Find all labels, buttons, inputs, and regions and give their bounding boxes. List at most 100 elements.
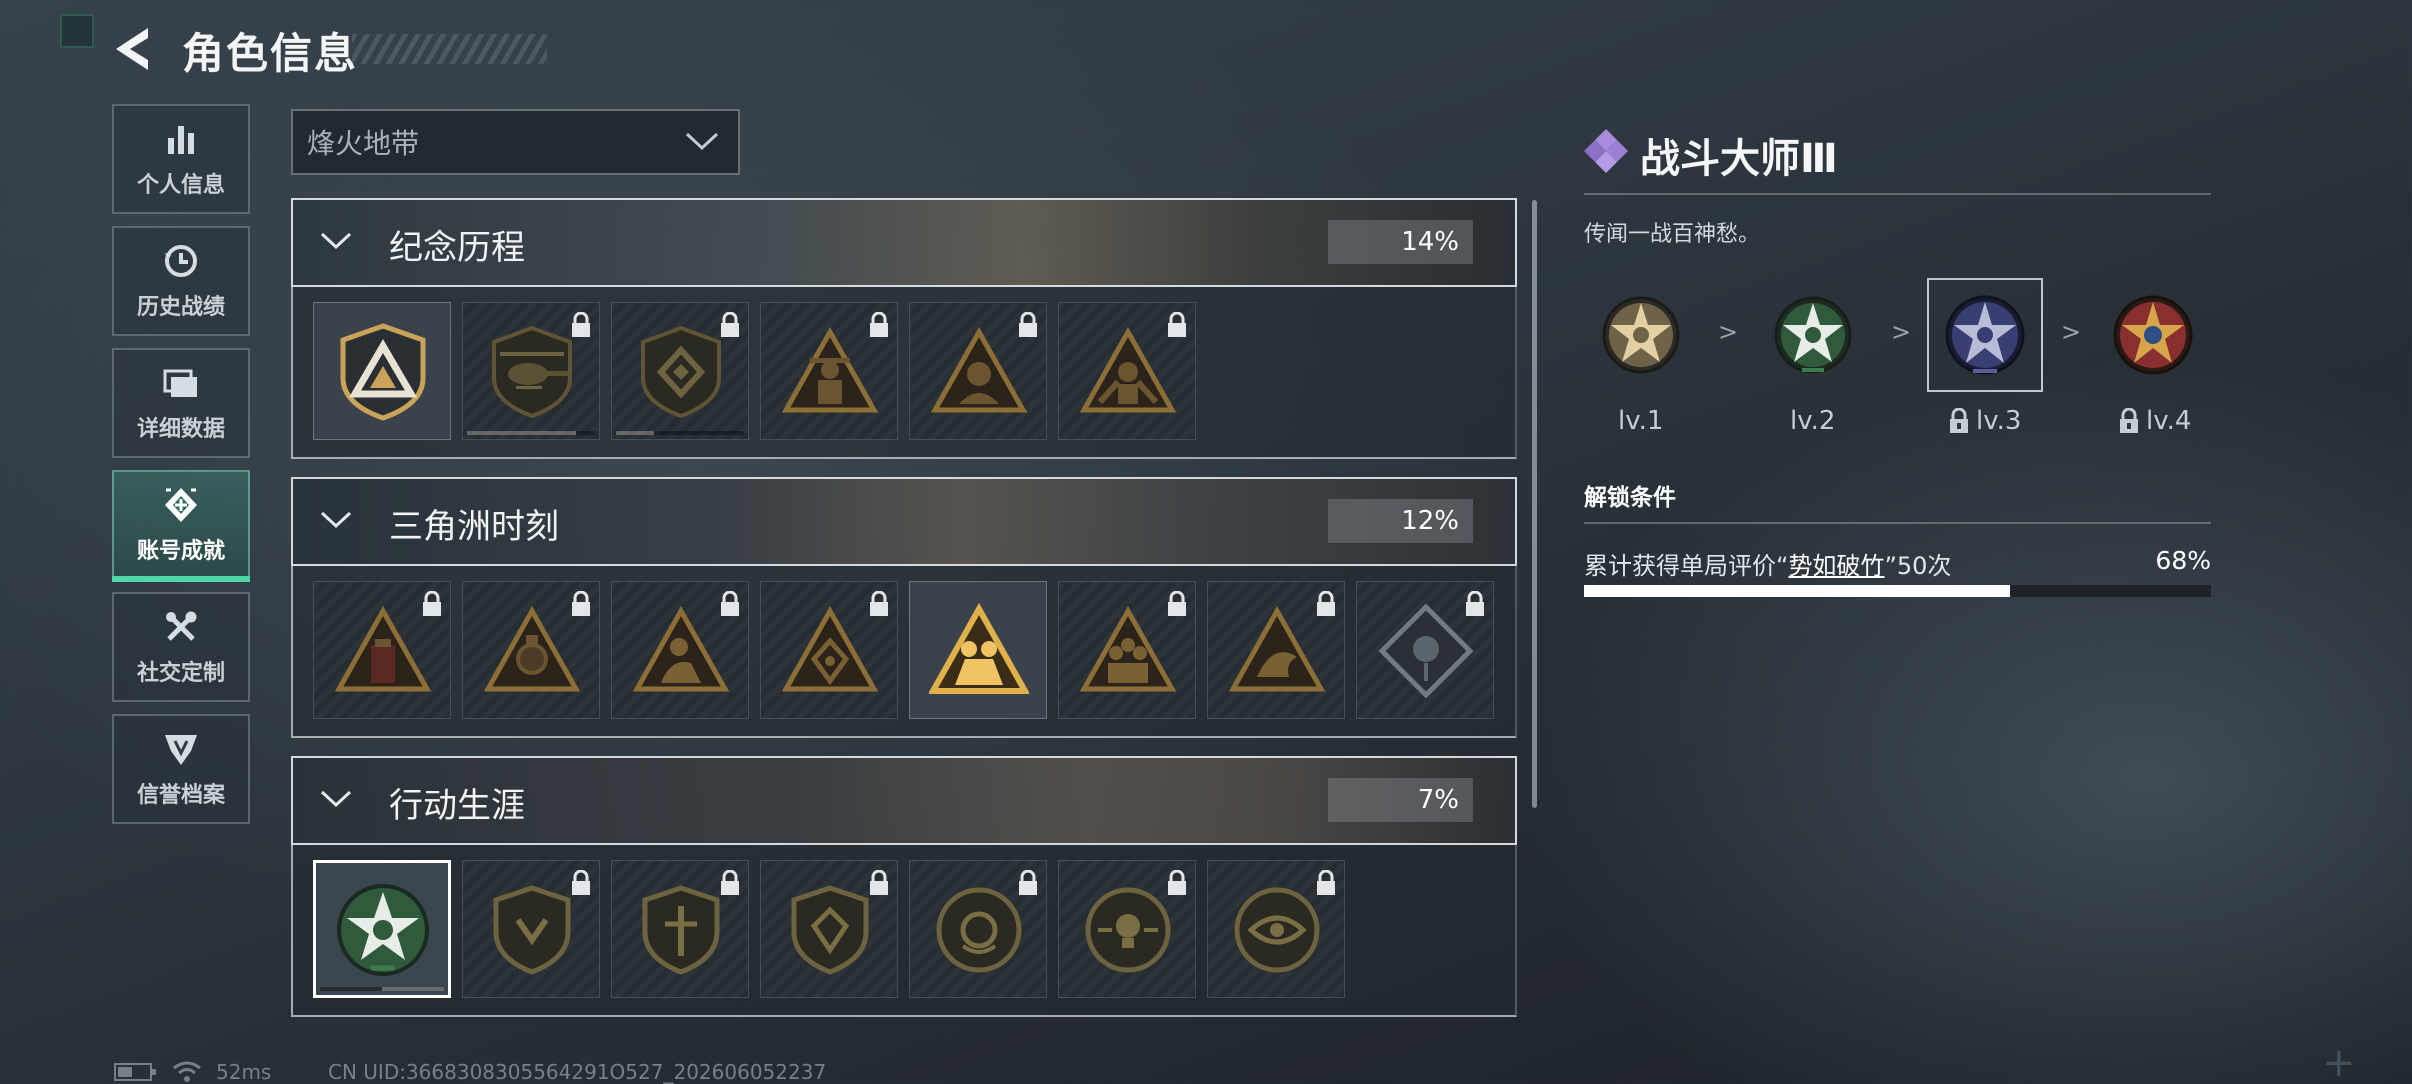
lock-icon (721, 312, 739, 337)
condition-highlight: 势如破竹 (1788, 552, 1885, 580)
achievement-description: 传闻一战百神愁。 (1584, 222, 1761, 247)
lock-icon (572, 591, 590, 616)
lock-icon (721, 591, 739, 616)
ring-orb-badge-icon (936, 887, 1022, 973)
uid-text: CN UID:3668308305564291O527_202606052237 (328, 1060, 827, 1084)
badge-tile[interactable] (462, 302, 600, 440)
badge-tile[interactable] (1058, 302, 1196, 440)
unlock-progress-bar (1584, 585, 2211, 597)
battery-icon (114, 1063, 156, 1081)
badge-tile[interactable] (1356, 581, 1494, 719)
plus-decoration-icon: + (2322, 1040, 2356, 1084)
list-scrollbar[interactable] (1532, 200, 1537, 808)
level-label: lv.4 (2118, 406, 2191, 436)
lock-icon (1466, 591, 1484, 616)
badge-tile[interactable] (313, 581, 451, 719)
star-skull-badge-icon (337, 884, 429, 976)
achievement-list[interactable]: 纪念历程 14% 三角洲时刻 12% 行动生涯 7% (291, 198, 1517, 1020)
level-label: lv.1 (1618, 406, 1664, 436)
badge-tile[interactable] (1058, 581, 1196, 719)
section-header[interactable]: 纪念历程 14% (291, 198, 1517, 287)
level-badge-2[interactable] (1755, 278, 1871, 392)
level-label: lv.3 (1948, 406, 2021, 436)
cards-icon (161, 363, 201, 403)
tools-icon (161, 607, 201, 647)
sidebar-item-label: 信誉档案 (136, 783, 225, 808)
section-progress-percent: 14% (1328, 220, 1473, 264)
corner-decoration (60, 14, 94, 48)
sidebar-item-reputation[interactable]: 信誉档案 (112, 714, 250, 824)
lock-icon (1168, 591, 1186, 616)
star-skull-badge-icon (1602, 296, 1680, 374)
badge-tile[interactable] (611, 860, 749, 998)
triangle-shield-badge-icon (340, 323, 426, 421)
badge-tile[interactable] (313, 302, 451, 440)
sidebar-item-achievements[interactable]: 账号成就 (112, 470, 250, 582)
badge-tile[interactable] (909, 860, 1047, 998)
level-badge-1[interactable] (1583, 278, 1699, 392)
unlock-condition-percent: 68% (2155, 546, 2211, 575)
star-skull-badge-icon (1774, 296, 1852, 374)
achievement-title: 战斗大师Ⅲ (1640, 136, 1838, 182)
badge-tile[interactable] (909, 581, 1047, 719)
dropdown-selected-value: 烽火地带 (307, 127, 420, 160)
level-arrow: > (2061, 318, 2082, 346)
mech-triangle-badge-icon (483, 605, 581, 692)
badge-tile[interactable] (1058, 860, 1196, 998)
section-header[interactable]: 行动生涯 7% (291, 756, 1517, 845)
helicopter-badge-icon (492, 325, 572, 419)
level-badge-3[interactable] (1927, 278, 2043, 392)
sidebar-item-detailed-data[interactable]: 详细数据 (112, 348, 250, 458)
back-button[interactable] (112, 24, 156, 74)
section-progress-percent: 12% (1328, 499, 1473, 543)
shield-sword-badge-icon (642, 885, 720, 975)
lock-icon (1019, 870, 1037, 895)
sidebar-item-history[interactable]: 历史战绩 (112, 226, 250, 336)
lock-icon (870, 312, 888, 337)
rose-diamond-badge-icon (1378, 603, 1474, 699)
badge-tile[interactable] (462, 581, 600, 719)
sidebar-item-personal-info[interactable]: 个人信息 (112, 104, 250, 214)
badge-tile[interactable] (760, 860, 898, 998)
lock-icon (1019, 312, 1037, 337)
level-badge-4[interactable] (2095, 278, 2211, 392)
mode-dropdown[interactable]: 烽火地带 (291, 109, 740, 175)
section-progress-percent: 7% (1328, 778, 1473, 822)
sidebar-item-social[interactable]: 社交定制 (112, 592, 250, 702)
badge-tile[interactable] (909, 302, 1047, 440)
unlock-condition-text: 累计获得单局评价“势如破竹”50次 (1584, 552, 1952, 580)
lock-icon (1950, 408, 1968, 433)
unlock-progress-fill (1584, 585, 2011, 597)
sidebar-item-label: 历史战绩 (136, 295, 225, 320)
level-arrow: > (1718, 318, 1739, 346)
badge-tile[interactable] (611, 302, 749, 440)
badge-tile[interactable] (760, 302, 898, 440)
badge-tile[interactable] (1207, 860, 1345, 998)
squad-triangle-badge-icon (929, 602, 1029, 694)
divider (1584, 522, 2211, 524)
emblem-triangle-badge-icon (781, 605, 879, 692)
section-title: 三角洲时刻 (389, 507, 559, 547)
badge-row (291, 566, 1517, 738)
badge-tile[interactable] (760, 581, 898, 719)
robot-triangle-badge-icon (334, 605, 432, 692)
badge-tile[interactable] (1207, 581, 1345, 719)
badge-tile[interactable] (313, 860, 451, 998)
divider (1584, 193, 2211, 195)
badge-progress (320, 987, 444, 991)
badge-tile[interactable] (462, 860, 600, 998)
lock-icon (2120, 408, 2138, 433)
warrior-triangle-badge-icon (1079, 326, 1177, 413)
shield-icon (161, 729, 201, 769)
sidebar-item-label: 社交定制 (136, 661, 225, 686)
unlock-condition-heading: 解锁条件 (1584, 485, 1676, 511)
achievement-icon (161, 485, 201, 525)
sidebar-item-label: 个人信息 (136, 173, 225, 198)
figure-triangle-badge-icon (632, 605, 730, 692)
level-arrow: > (1891, 318, 1912, 346)
badge-tile[interactable] (611, 581, 749, 719)
level-label: lv.2 (1790, 406, 1836, 436)
title-decoration (352, 34, 547, 64)
badge-progress (616, 431, 744, 435)
section-header[interactable]: 三角洲时刻 12% (291, 477, 1517, 566)
